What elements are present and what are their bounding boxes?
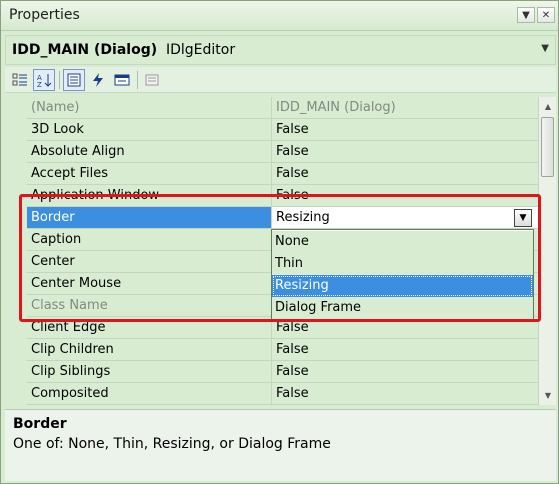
row-gutter bbox=[5, 119, 27, 141]
row-gutter bbox=[5, 141, 27, 163]
property-name: Center bbox=[27, 251, 272, 273]
property-name: Absolute Align bbox=[27, 141, 272, 163]
property-name: Clip Children bbox=[27, 339, 272, 361]
property-name: Accept Files bbox=[27, 163, 272, 185]
toolbar-separator bbox=[59, 71, 60, 89]
property-name: Caption bbox=[27, 229, 272, 251]
scrollbar-thumb[interactable] bbox=[541, 117, 554, 177]
property-pages-icon[interactable] bbox=[141, 69, 163, 91]
property-name: Center Mouse bbox=[27, 273, 272, 295]
row-gutter bbox=[5, 97, 27, 119]
row-gutter bbox=[5, 273, 27, 295]
row-gutter bbox=[5, 229, 27, 251]
property-name: 3D Look bbox=[27, 119, 272, 141]
property-row[interactable]: 3D Look False bbox=[5, 119, 538, 141]
description-pane: Border One of: None, Thin, Resizing, or … bbox=[5, 409, 556, 481]
property-value[interactable]: False bbox=[272, 383, 538, 405]
property-name: Border bbox=[27, 207, 272, 229]
categorized-icon[interactable] bbox=[9, 69, 31, 91]
row-gutter bbox=[5, 339, 27, 361]
window-title: Properties bbox=[9, 7, 80, 23]
property-value[interactable]: IDD_MAIN (Dialog) bbox=[272, 97, 538, 119]
property-value-editor[interactable]: Resizing bbox=[272, 207, 538, 229]
property-name: Client Edge bbox=[27, 317, 272, 339]
property-name: Clip Siblings bbox=[27, 361, 272, 383]
property-name: Class Name bbox=[27, 295, 272, 317]
property-value[interactable]: False bbox=[272, 185, 538, 207]
properties-icon[interactable] bbox=[63, 69, 85, 91]
svg-text:Z: Z bbox=[37, 81, 42, 88]
properties-window: Properties ▼ ✕ IDD_MAIN (Dialog) IDlgEdi… bbox=[0, 0, 559, 484]
scroll-up-icon[interactable]: ▲ bbox=[540, 98, 556, 114]
dropdown-option[interactable]: None bbox=[272, 231, 533, 253]
chevron-down-icon: ▼ bbox=[519, 213, 527, 223]
close-icon[interactable]: ✕ bbox=[537, 7, 555, 23]
object-selector[interactable]: IDD_MAIN (Dialog) IDlgEditor ▼ bbox=[5, 35, 556, 65]
row-gutter bbox=[5, 383, 27, 405]
property-name: Composited bbox=[27, 383, 272, 405]
row-gutter bbox=[5, 207, 27, 229]
dropdown-arrow-icon[interactable]: ▼ bbox=[517, 7, 535, 23]
property-row[interactable]: (Name) IDD_MAIN (Dialog) bbox=[5, 97, 538, 119]
scroll-down-icon[interactable]: ▼ bbox=[540, 387, 556, 403]
alphabetical-icon[interactable]: AZ bbox=[33, 69, 55, 91]
chevron-down-icon[interactable]: ▼ bbox=[541, 43, 549, 54]
messages-icon[interactable] bbox=[111, 69, 133, 91]
property-row[interactable]: Clip Children False bbox=[5, 339, 538, 361]
property-value[interactable]: False bbox=[272, 141, 538, 163]
property-row[interactable]: Application Window False bbox=[5, 185, 538, 207]
toolbar: AZ bbox=[5, 67, 556, 93]
row-gutter bbox=[5, 185, 27, 207]
description-text: One of: None, Thin, Resizing, or Dialog … bbox=[13, 436, 331, 452]
property-name: (Name) bbox=[27, 97, 272, 119]
property-row[interactable]: Clip Siblings False bbox=[5, 361, 538, 383]
toolbar-separator bbox=[137, 71, 138, 89]
property-value[interactable]: False bbox=[272, 339, 538, 361]
row-gutter bbox=[5, 295, 27, 317]
row-gutter bbox=[5, 317, 27, 339]
events-icon[interactable] bbox=[87, 69, 109, 91]
dropdown-option-highlighted[interactable]: Resizing bbox=[272, 275, 533, 297]
property-row[interactable]: Composited False bbox=[5, 383, 538, 405]
title-bar: Properties ▼ ✕ bbox=[1, 1, 558, 31]
property-row-selected[interactable]: Border Resizing ▼ bbox=[5, 207, 538, 229]
object-name: IDD_MAIN (Dialog) bbox=[12, 42, 158, 58]
dropdown-button[interactable]: ▼ bbox=[514, 209, 532, 227]
row-gutter bbox=[5, 251, 27, 273]
property-value[interactable]: False bbox=[272, 119, 538, 141]
row-gutter bbox=[5, 163, 27, 185]
object-type: IDlgEditor bbox=[166, 42, 236, 58]
property-row[interactable]: Accept Files False bbox=[5, 163, 538, 185]
dropdown-option[interactable]: Dialog Frame bbox=[272, 297, 533, 319]
row-gutter bbox=[5, 361, 27, 383]
description-title: Border bbox=[13, 416, 67, 432]
vertical-scrollbar[interactable]: ▲ ▼ bbox=[538, 97, 556, 405]
dropdown-option[interactable]: Thin bbox=[272, 253, 533, 275]
property-row[interactable]: Absolute Align False bbox=[5, 141, 538, 163]
border-dropdown-list[interactable]: None Thin Resizing Dialog Frame bbox=[271, 229, 534, 321]
property-value[interactable]: False bbox=[272, 361, 538, 383]
property-value[interactable]: False bbox=[272, 163, 538, 185]
property-name: Application Window bbox=[27, 185, 272, 207]
